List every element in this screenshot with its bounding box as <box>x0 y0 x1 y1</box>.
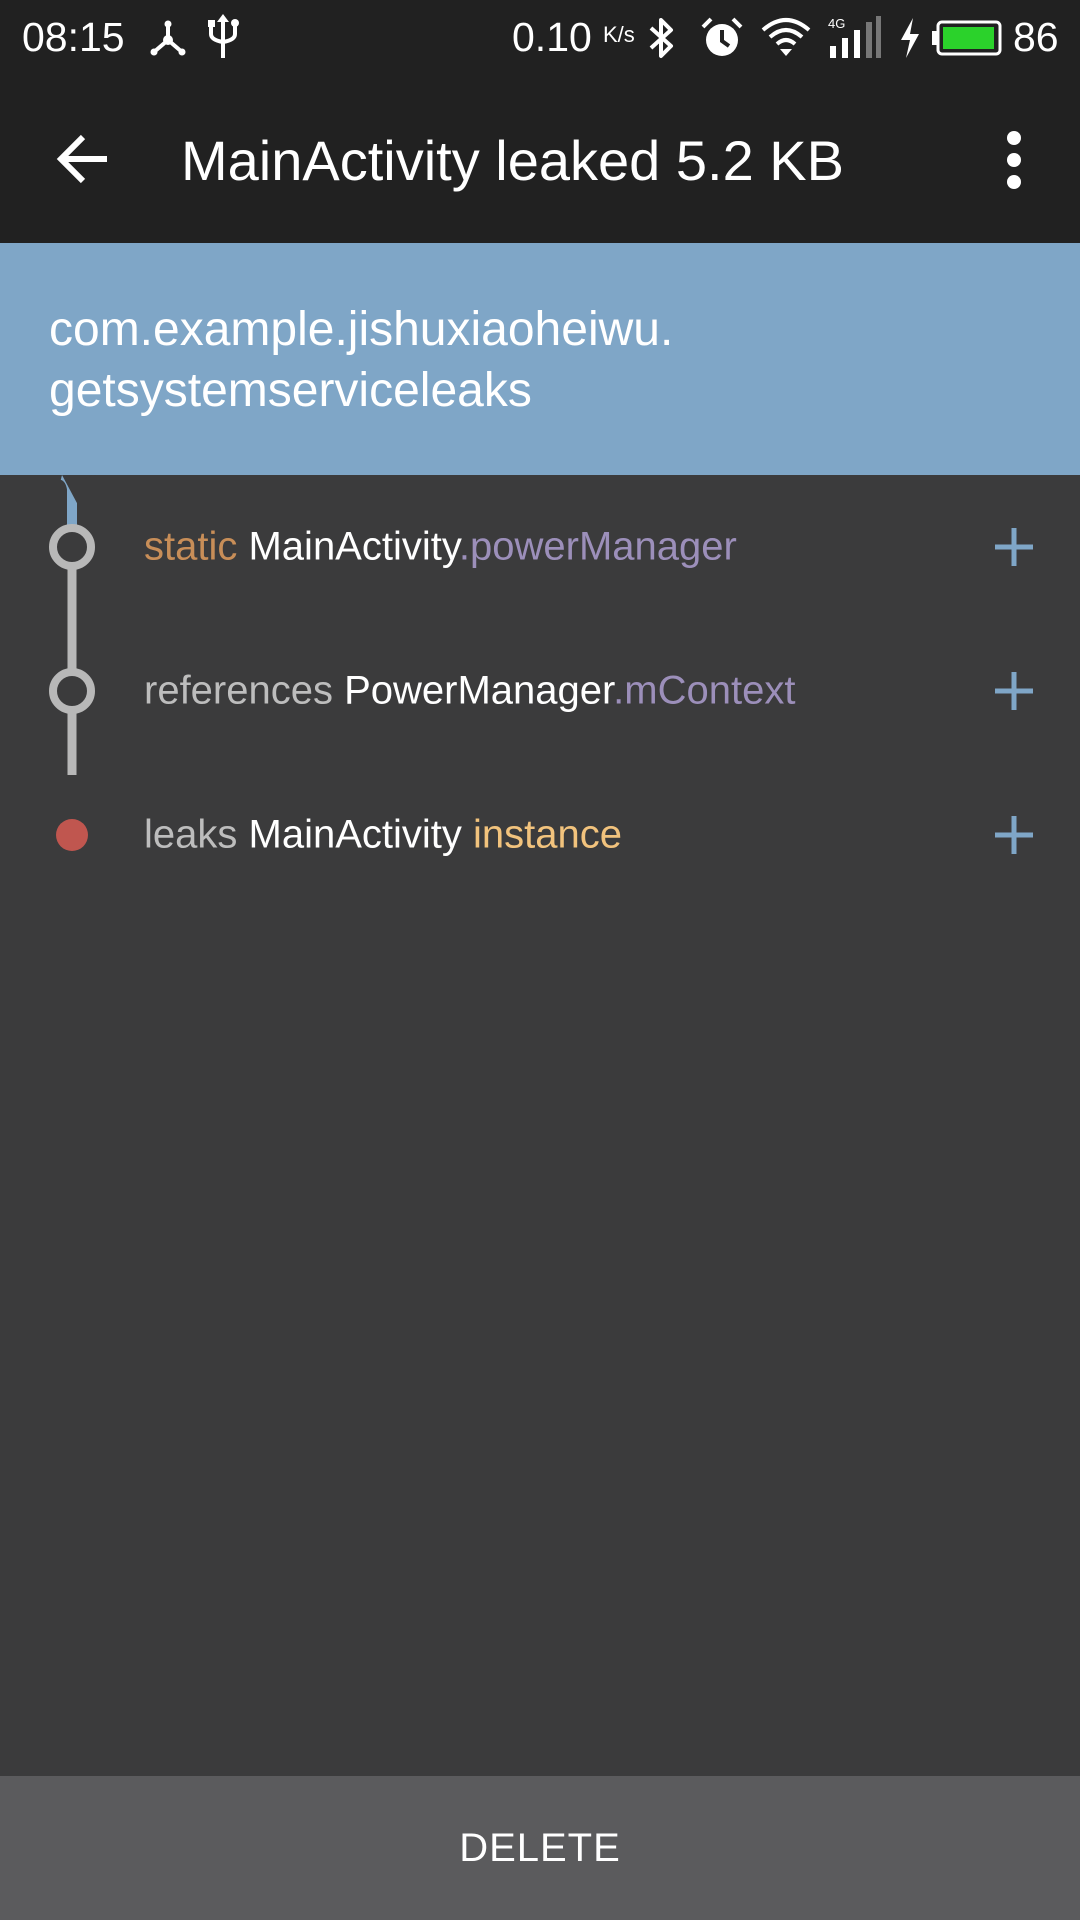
package-name: com.example.jishuxiaoheiwu. getsystemser… <box>49 299 1049 421</box>
trace-row-text: leaks MainActivity instance <box>144 813 622 858</box>
svg-text:4G: 4G <box>828 16 845 31</box>
trace-row[interactable]: references PowerManager.mContext <box>0 641 1080 741</box>
wifi-icon <box>761 18 811 56</box>
trace-prefix: leaks <box>144 812 238 857</box>
battery-icon <box>932 20 1002 56</box>
trace-line-mask <box>60 853 86 873</box>
arrow-back-icon[interactable] <box>55 129 115 189</box>
trace-row[interactable]: leaks MainActivity instance <box>0 785 1080 885</box>
more-vert-icon[interactable] <box>988 128 1040 192</box>
leak-header: com.example.jishuxiaoheiwu. getsystemser… <box>0 243 1080 475</box>
plus-icon[interactable] <box>993 526 1035 568</box>
footer-bar: DELETE <box>0 1776 1080 1920</box>
trace-class: MainActivity <box>248 524 459 569</box>
trace-prefix: static <box>144 524 238 569</box>
alarm-icon <box>701 17 743 56</box>
net-speed-unit: K/s <box>603 22 635 47</box>
leak-dot <box>56 819 88 851</box>
bluetooth-icon <box>649 18 673 58</box>
trace-row-text: references PowerManager.mContext <box>144 669 795 714</box>
leak-trace: static MainActivity.powerManager referen… <box>0 475 1080 857</box>
signal-icon: 4G <box>828 16 881 58</box>
trace-class: PowerManager <box>344 668 614 713</box>
trace-member: instance <box>473 812 623 857</box>
plus-icon[interactable] <box>993 814 1035 856</box>
page-title: MainActivity leaked 5.2 KB <box>181 129 844 192</box>
usb-debug-icon <box>150 20 186 56</box>
trace-prefix: references <box>144 668 333 713</box>
status-bar: 08:15 0.10 K/s 4G 86 <box>0 0 1080 76</box>
charging-icon <box>901 18 919 58</box>
trace-member: mContext <box>624 668 796 713</box>
package-name-line2: getsystemserviceleaks <box>49 364 532 417</box>
trace-row-text: static MainActivity.powerManager <box>144 525 737 570</box>
net-speed: 0.10 <box>512 14 592 60</box>
trace-row[interactable]: static MainActivity.powerManager <box>0 497 1080 597</box>
battery-percent: 86 <box>1013 14 1059 60</box>
trace-member: powerManager <box>470 524 737 569</box>
package-name-line1: com.example.jishuxiaoheiwu. <box>49 303 674 356</box>
trace-separator: . <box>458 524 471 569</box>
plus-icon[interactable] <box>993 670 1035 712</box>
status-time: 08:15 <box>22 14 125 60</box>
delete-button[interactable]: DELETE <box>0 1776 1080 1920</box>
app-bar: MainActivity leaked 5.2 KB <box>0 76 1080 243</box>
trace-separator: . <box>613 668 625 713</box>
trace-class: MainActivity <box>248 812 462 857</box>
usb-icon <box>208 14 239 58</box>
